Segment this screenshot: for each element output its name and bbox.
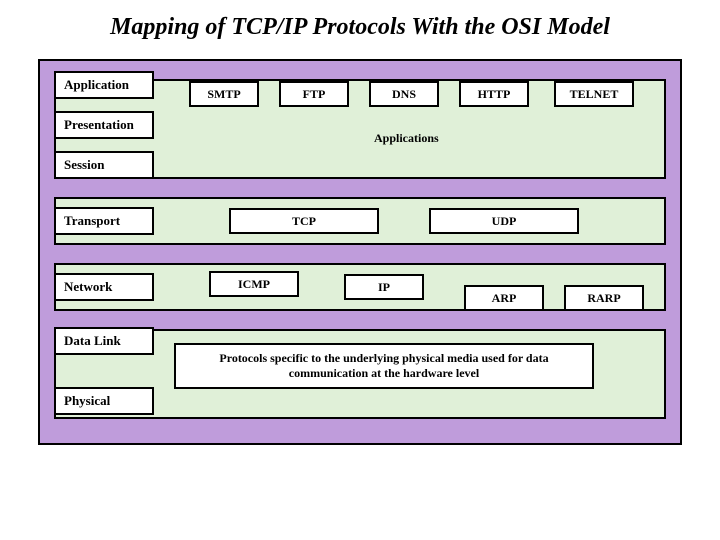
proto-udp: UDP [429, 208, 579, 234]
osi-application: Application [54, 71, 154, 99]
osi-network: Network [54, 273, 154, 301]
osi-datalink: Data Link [54, 327, 154, 355]
row-network: Network ICMP IP ARP RARP [54, 263, 666, 311]
proto-rarp: RARP [564, 285, 644, 311]
osi-transport: Transport [54, 207, 154, 235]
row-application-group: Application Presentation Session SMTP FT… [54, 79, 666, 179]
proto-icmp: ICMP [209, 271, 299, 297]
proto-dns: DNS [369, 81, 439, 107]
diagram-frame: Application Presentation Session SMTP FT… [38, 59, 682, 445]
proto-http: HTTP [459, 81, 529, 107]
row-physical-group: Data Link Physical Protocols specific to… [54, 329, 666, 419]
proto-tcp: TCP [229, 208, 379, 234]
proto-telnet: TELNET [554, 81, 634, 107]
proto-ip: IP [344, 274, 424, 300]
applications-label: Applications [374, 131, 439, 146]
osi-session: Session [54, 151, 154, 179]
row-transport: Transport TCP UDP [54, 197, 666, 245]
diagram-title: Mapping of TCP/IP Protocols With the OSI… [0, 0, 720, 51]
physical-note: Protocols specific to the underlying phy… [174, 343, 594, 389]
proto-arp: ARP [464, 285, 544, 311]
osi-presentation: Presentation [54, 111, 154, 139]
proto-smtp: SMTP [189, 81, 259, 107]
proto-ftp: FTP [279, 81, 349, 107]
osi-physical: Physical [54, 387, 154, 415]
